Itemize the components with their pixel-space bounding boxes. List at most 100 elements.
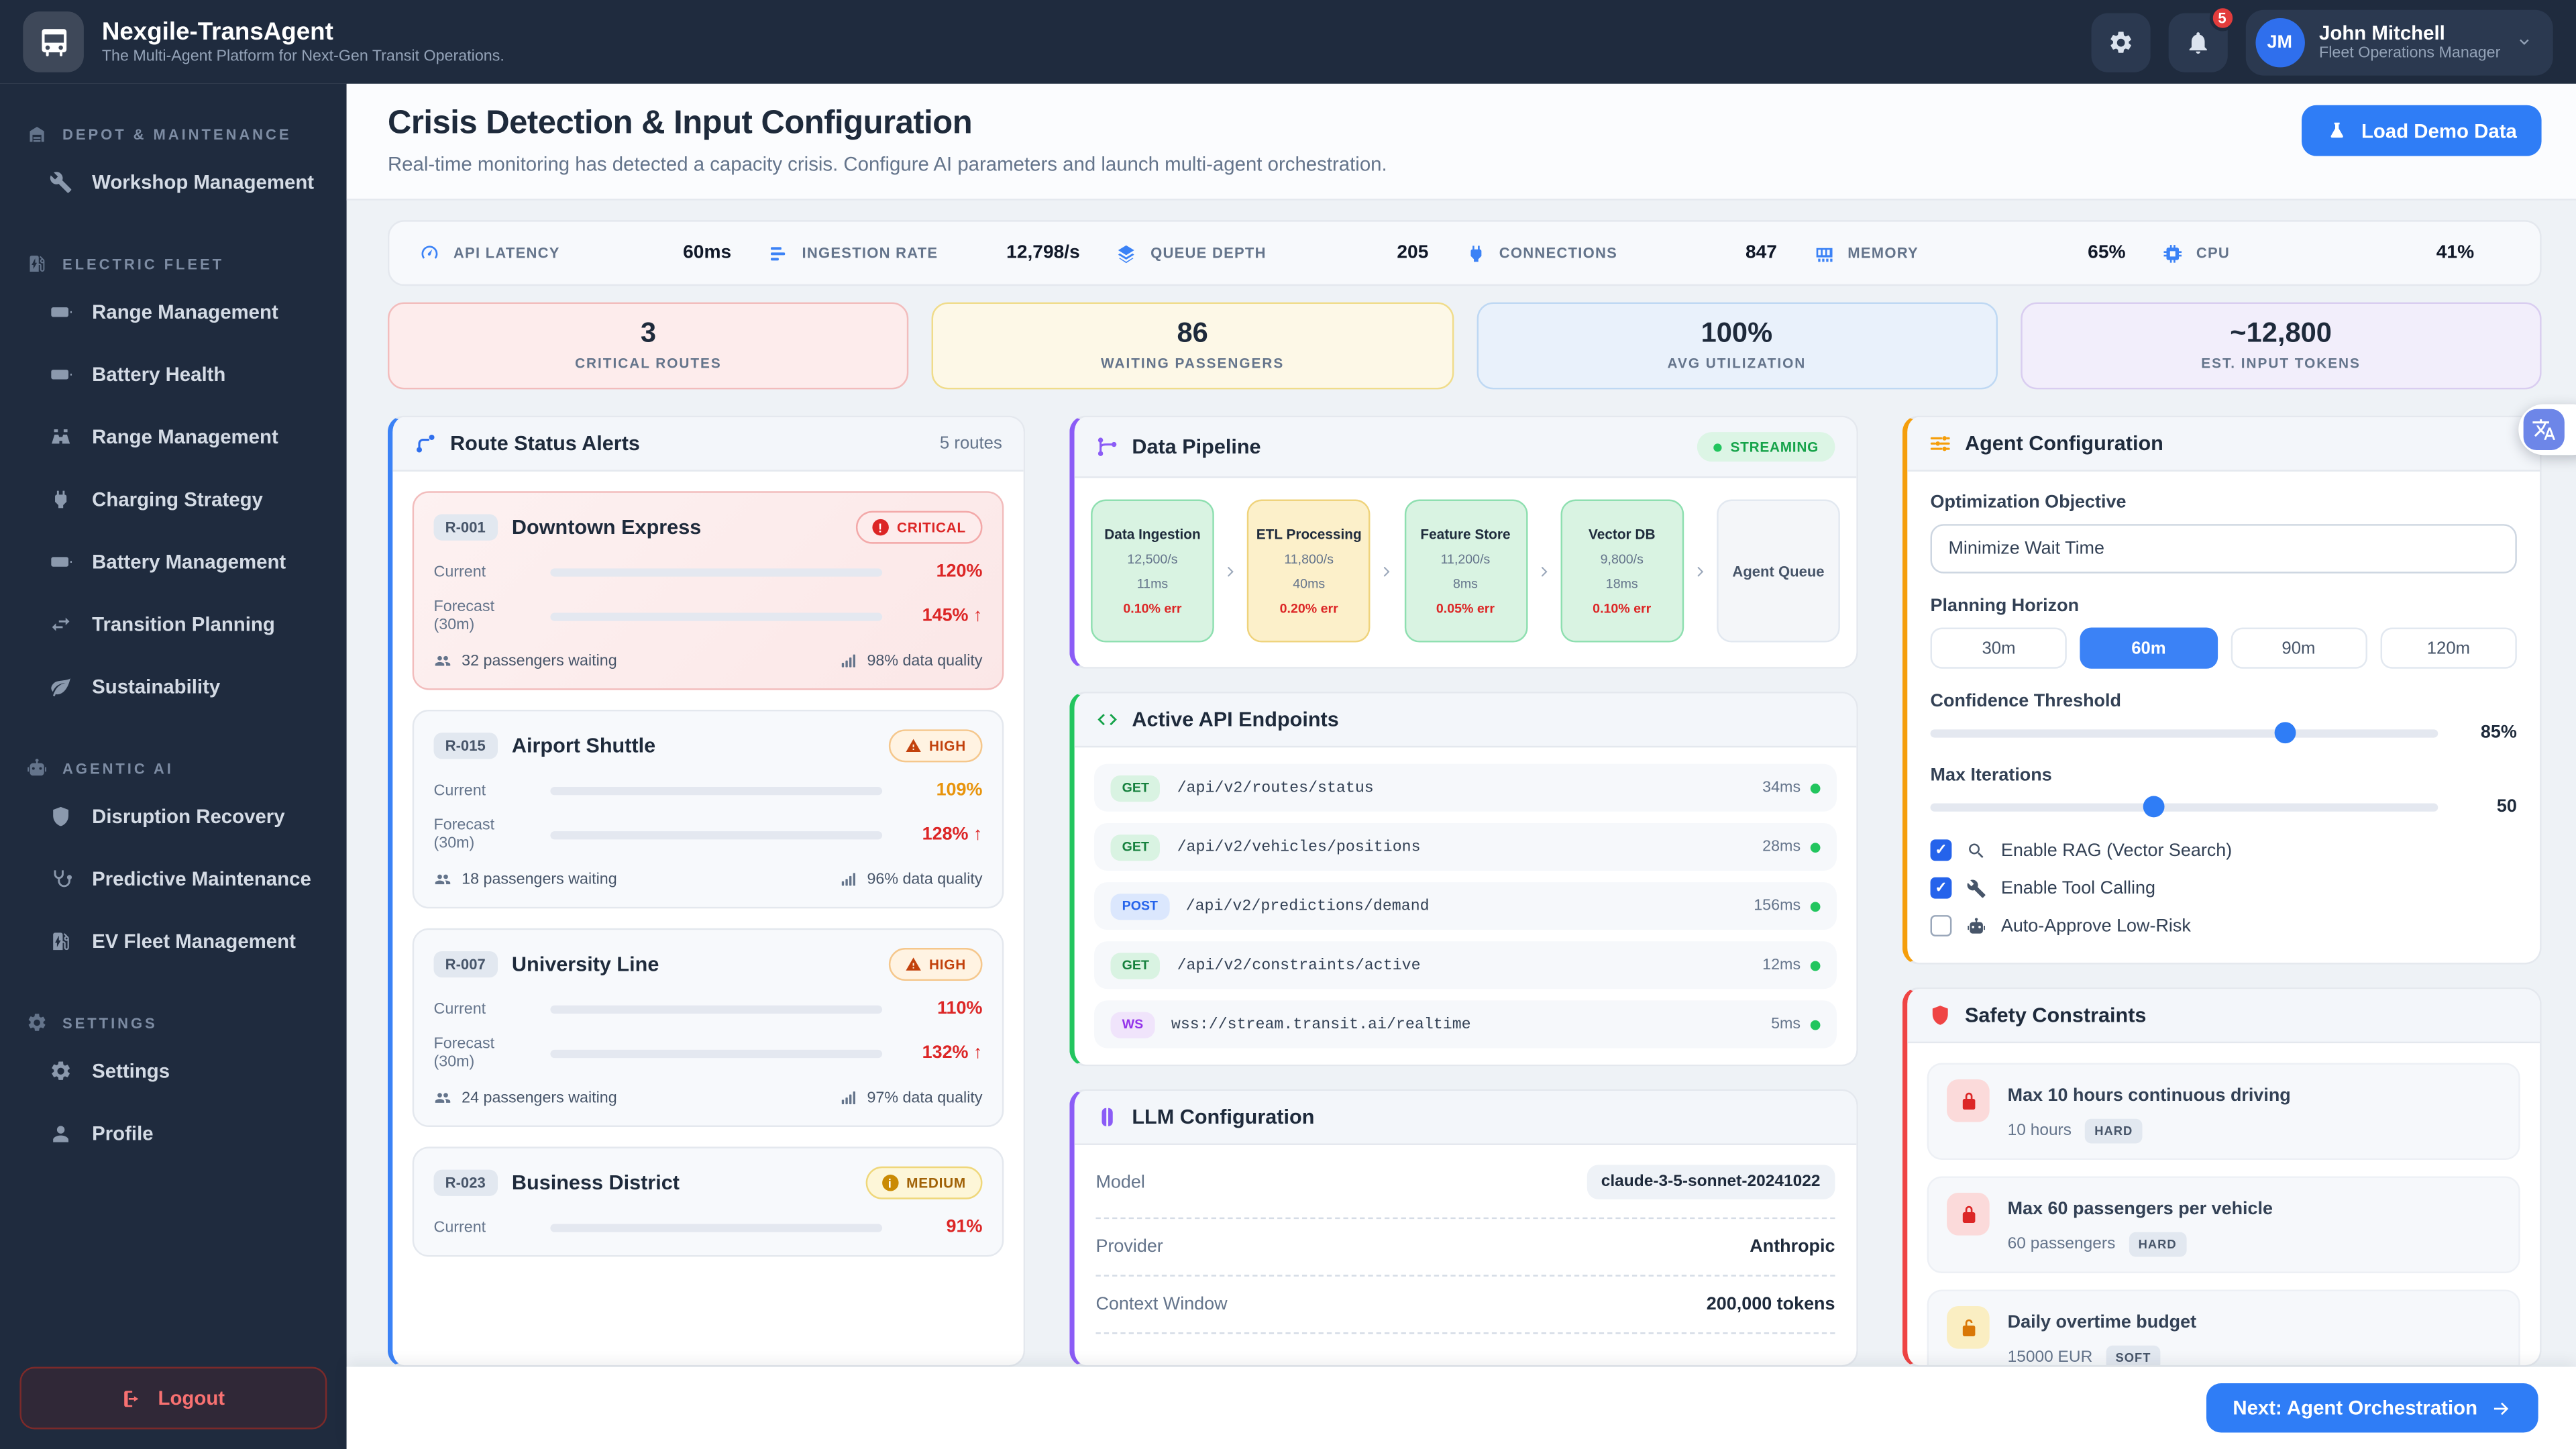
sidebar-item-transition-planning[interactable]: Transition Planning: [0, 593, 347, 655]
route-id-badge: R-001: [434, 515, 497, 541]
severity-badge: i MEDIUM: [865, 1167, 983, 1199]
bar-value: 128% ↑: [897, 824, 982, 844]
load-demo-data-button[interactable]: Load Demo Data: [2302, 105, 2542, 156]
sidebar-item-ev-fleet-management[interactable]: EV Fleet Management: [0, 910, 347, 973]
route-card-r-007: R-007University LineHIGHCurrent110%Forec…: [413, 928, 1004, 1127]
app-subtitle: The Multi-Agent Platform for Next-Gen Tr…: [102, 48, 504, 66]
user-menu[interactable]: JM John Mitchell Fleet Operations Manage…: [2245, 9, 2553, 74]
section-label: SETTINGS: [62, 1014, 158, 1030]
unlock-icon: [1957, 1317, 1979, 1338]
endpoint-path: /api/v2/constraints/active: [1177, 956, 1421, 974]
metric-connections: CONNECTIONS847: [1464, 242, 1813, 264]
bar-label: Current: [434, 781, 536, 799]
sidebar-item-predictive-maintenance[interactable]: Predictive Maintenance: [0, 848, 347, 910]
sidebar-item-disruption-recovery[interactable]: Disruption Recovery: [0, 786, 347, 848]
next-agent-orchestration-button[interactable]: Next: Agent Orchestration: [2206, 1383, 2538, 1432]
sidebar-item-range-management[interactable]: Range Management: [0, 281, 347, 343]
confidence-slider[interactable]: [1931, 729, 2438, 737]
http-method-badge: POST: [1111, 893, 1170, 919]
people-icon: [434, 1089, 452, 1108]
sidebar-item-charging-strategy[interactable]: Charging Strategy: [0, 468, 347, 531]
route-icon: [414, 432, 437, 455]
toggle-label: Auto-Approve Low-Risk: [2001, 916, 2191, 935]
endpoints-header: Active API Endpoints: [1075, 693, 1857, 747]
constraint-value: 15000 EUR: [2008, 1349, 2093, 1365]
sidebar-section-depot-maintenance: DEPOT & MAINTENANCEWorkshop Management: [0, 117, 347, 213]
horizon-button-30m[interactable]: 30m: [1931, 628, 2068, 669]
safety-header: Safety Constraints: [1907, 989, 2540, 1043]
checkbox[interactable]: [1931, 915, 1952, 936]
sidebar-item-workshop-management[interactable]: Workshop Management: [0, 151, 347, 213]
sidebar-item-battery-management[interactable]: Battery Management: [0, 531, 347, 593]
logout-button[interactable]: Logout: [19, 1367, 327, 1430]
severity-label: MEDIUM: [906, 1175, 966, 1191]
checkbox[interactable]: ✓: [1931, 877, 1952, 899]
sidebar-section-electric-fleet: ELECTRIC FLEETRange ManagementBattery He…: [0, 246, 347, 718]
people-icon: [434, 652, 452, 670]
sidebar-item-sustainability[interactable]: Sustainability: [0, 655, 347, 718]
bar-label: Current: [434, 1218, 536, 1236]
chevron-right-icon: [1379, 563, 1395, 579]
person-icon: [49, 1122, 72, 1145]
load-bar-row: Current109%: [434, 780, 983, 800]
chevron-down-icon: [2515, 33, 2533, 51]
kpi-card-est-input-tokens: ~12,800EST. INPUT TOKENS: [2021, 303, 2542, 390]
load-demo-label: Load Demo Data: [2361, 119, 2517, 142]
horizon-buttons: 30m 60m 90m 120m: [1931, 628, 2517, 669]
confidence-slider-thumb[interactable]: [2275, 722, 2296, 743]
kpi-value: 86: [934, 317, 1452, 350]
next-button-label: Next: Agent Orchestration: [2233, 1397, 2477, 1419]
severity-label: HIGH: [929, 956, 966, 972]
endpoint-latency: 28ms: [1762, 838, 1801, 856]
iterations-slider[interactable]: [1931, 802, 2438, 810]
toggle-label: Enable Tool Calling: [2001, 878, 2155, 898]
translate-widget[interactable]: [2518, 404, 2576, 455]
signal-icon: [839, 871, 857, 889]
sidebar-item-battery-health[interactable]: Battery Health: [0, 343, 347, 406]
toggle-auto-approve-low-risk[interactable]: Auto-Approve Low-Risk: [1931, 915, 2517, 936]
streaming-label: STREAMING: [1731, 439, 1819, 455]
shield-icon: [1929, 1004, 1951, 1026]
streaming-badge: STREAMING: [1698, 432, 1835, 462]
top-bar: Nexgile-TransAgent The Multi-Agent Platf…: [0, 0, 2576, 84]
bar-value: 132% ↑: [897, 1043, 982, 1063]
http-method-badge: WS: [1111, 1011, 1155, 1037]
route-status-alerts-panel: Route Status Alerts 5 routes R-001Downto…: [388, 416, 1025, 1367]
horizon-button-90m[interactable]: 90m: [2230, 628, 2367, 669]
bar-label: Current: [434, 563, 536, 581]
metric-ingestion-rate: INGESTION RATE12,798/s: [767, 242, 1116, 264]
severity-badge: HIGH: [888, 729, 983, 762]
metric-value: 847: [1746, 243, 1777, 262]
metric-label: INGESTION RATE: [802, 245, 938, 261]
iterations-slider-thumb[interactable]: [2143, 796, 2165, 818]
endpoint-row: WSwss://stream.transit.ai/realtime5ms: [1094, 1000, 1837, 1048]
metric-label: CPU: [2196, 245, 2230, 261]
tools-icon: [1966, 878, 1986, 898]
settings-button[interactable]: [2091, 12, 2150, 71]
llm-title: LLM Configuration: [1132, 1106, 1314, 1128]
toggle-enable-tool-calling[interactable]: ✓ Enable Tool Calling: [1931, 877, 2517, 899]
constraint-type-badge: HARD: [2085, 1119, 2143, 1144]
sidebar-item-settings[interactable]: Settings: [0, 1040, 347, 1102]
route-card-r-001: R-001Downtown Express!CRITICALCurrent120…: [413, 491, 1004, 690]
layers-icon: [1116, 242, 1138, 264]
objective-select[interactable]: Minimize Wait Time: [1931, 524, 2517, 573]
toggle-enable-rag-vector-search[interactable]: ✓Enable RAG (Vector Search): [1931, 839, 2517, 861]
checkbox[interactable]: ✓: [1931, 839, 1952, 861]
sidebar-item-range-management[interactable]: Range Management: [0, 406, 347, 468]
llm-header: LLM Configuration: [1075, 1091, 1857, 1145]
kpi-label: CRITICAL ROUTES: [389, 355, 907, 371]
endpoint-latency: 156ms: [1754, 897, 1801, 915]
sidebar-item-label: Battery Management: [92, 550, 286, 573]
horizon-button-60m[interactable]: 60m: [2080, 628, 2217, 669]
lock-icon: [1957, 1203, 1979, 1225]
sidebar-item-label: Settings: [92, 1060, 170, 1083]
safety-constraints-panel: Safety Constraints Max 10 hours continuo…: [1902, 987, 2542, 1367]
horizon-button-120m[interactable]: 120m: [2380, 628, 2517, 669]
notifications-button[interactable]: 5: [2168, 12, 2227, 71]
info-icon: i: [881, 1175, 898, 1191]
bell-icon: [2184, 29, 2210, 55]
flask-icon: [2327, 120, 2349, 142]
sidebar-item-profile[interactable]: Profile: [0, 1102, 347, 1165]
bus-icon: [37, 25, 70, 58]
